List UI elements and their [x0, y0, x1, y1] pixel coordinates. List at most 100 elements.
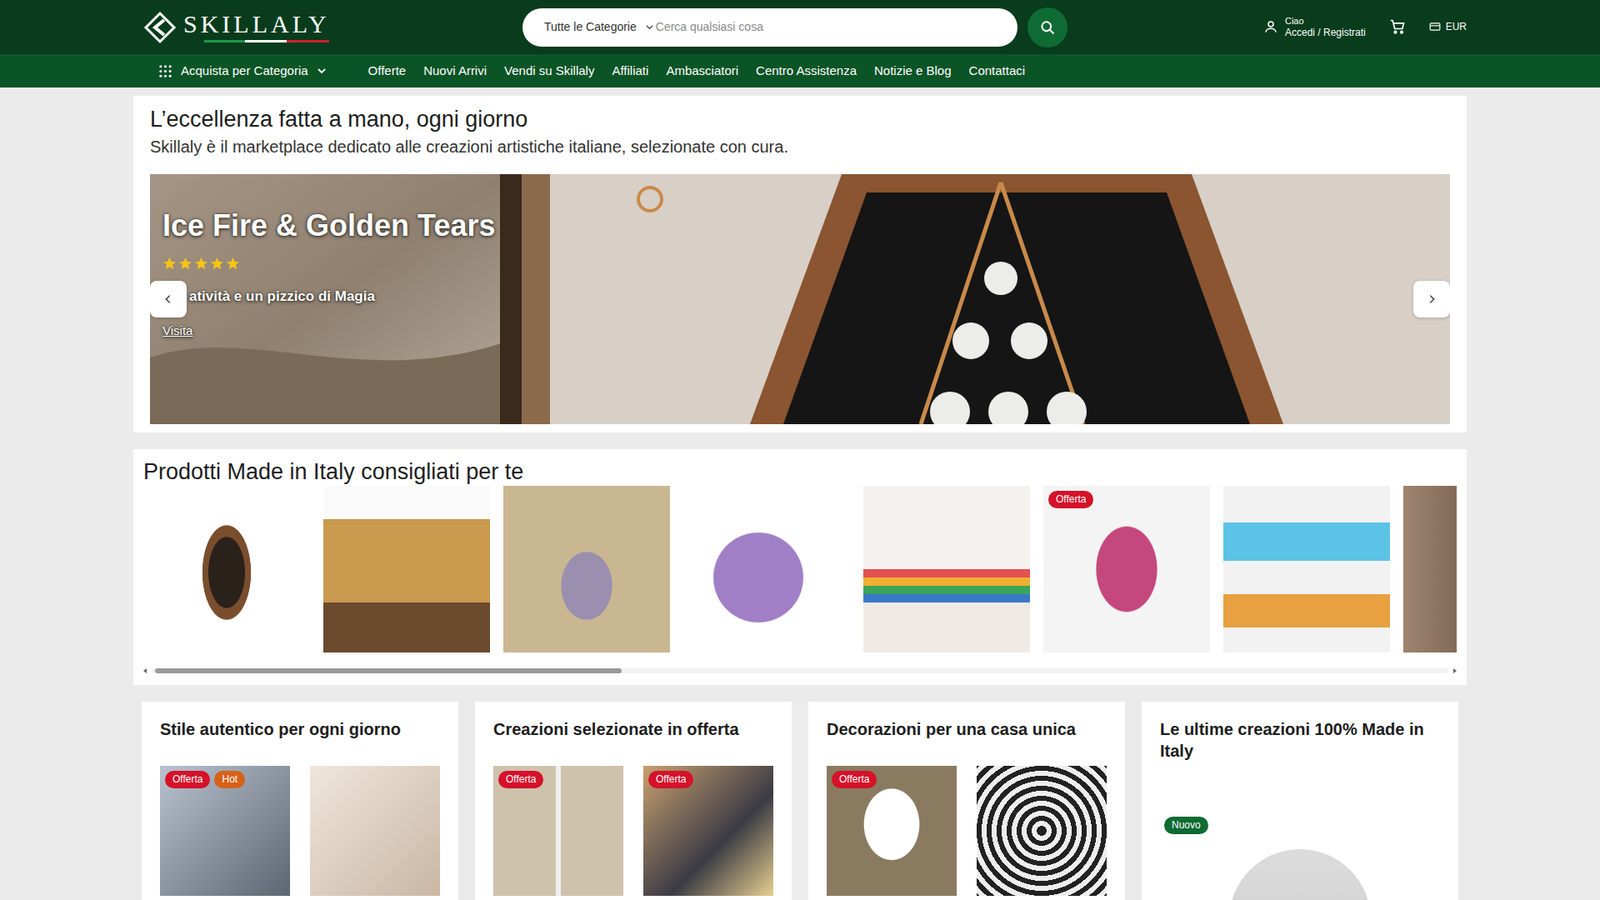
product-badge: Offerta	[648, 770, 694, 789]
greeting: Ciao	[1285, 15, 1366, 27]
nav-link[interactable]: Nuovi Arrivi	[423, 63, 487, 78]
collection-products: Offerta	[826, 765, 1107, 896]
product-card[interactable]	[1403, 485, 1457, 653]
collection-card: Decorazioni per una casa unicaOfferta	[808, 701, 1125, 900]
nav-link[interactable]: Centro Assistenza	[755, 63, 857, 78]
product-card[interactable]: Offerta	[643, 765, 774, 896]
nav-link[interactable]: Ambasciatori	[665, 63, 739, 78]
hero-carousel: Ice Fire & Golden Tears atività e un pizz…	[150, 174, 1450, 425]
currency-label: EUR	[1445, 19, 1467, 35]
product-card[interactable]: Offerta	[493, 765, 624, 896]
star-icon	[210, 256, 225, 271]
collection-card: Le ultime creazioni 100% Made in Italy Nu…	[1141, 701, 1459, 900]
logo[interactable]: SKILLALY	[143, 10, 523, 45]
product-card[interactable]: Nuovo	[1160, 770, 1440, 900]
product-card[interactable]: Offerta	[826, 765, 957, 896]
product-card[interactable]	[1223, 485, 1390, 653]
search-input[interactable]	[654, 17, 1003, 37]
star-icon	[162, 256, 177, 271]
scroll-right-icon[interactable]	[1453, 668, 1457, 674]
collections-row: Stile autentico per ogni giornoOffertaHo…	[133, 701, 1467, 900]
carousel-next[interactable]	[1413, 280, 1450, 318]
collection-products: OffertaHot	[160, 765, 440, 896]
logo-text: SKILLALY	[183, 11, 330, 37]
hero-title: L’eccellenza fatta a mano, ogni giorno	[150, 105, 1450, 135]
cart-icon	[1389, 18, 1406, 35]
category-label: Tutte le Categorie	[544, 18, 637, 36]
flag-underline	[204, 40, 330, 43]
product-carousel: Offerta	[143, 485, 1457, 653]
header-bar: SKILLALY Tutte le Categorie CiaoAccedi / R…	[0, 0, 1600, 55]
carousel-prev[interactable]	[150, 280, 187, 318]
collection-title: Stile autentico per ogni giorno	[160, 718, 440, 740]
visit-link[interactable]: Visita	[162, 322, 193, 340]
badge-group: Nuovo	[1164, 816, 1209, 835]
cart-button[interactable]	[1389, 18, 1406, 35]
product-card[interactable]	[503, 485, 670, 653]
account-link[interactable]: CiaoAccedi / Registrati	[1263, 15, 1366, 40]
slide-caption: Ice Fire & Golden Tears atività e un pizz…	[162, 207, 495, 341]
product-card[interactable]	[143, 485, 310, 653]
product-card[interactable]	[683, 485, 850, 653]
product-card[interactable]: Offerta	[1043, 485, 1210, 653]
card-icon	[1429, 20, 1441, 33]
product-card[interactable]: OffertaHot	[160, 765, 290, 896]
chevron-down-icon	[645, 22, 655, 32]
nav-link[interactable]: Notizie e Blog	[874, 63, 952, 78]
scroll-left-icon[interactable]	[143, 668, 147, 674]
nav-link[interactable]: Affiliati	[611, 63, 649, 78]
category-select[interactable]: Tutte le Categorie	[544, 18, 655, 36]
product-badge: Offerta	[831, 770, 877, 789]
product-card[interactable]	[976, 765, 1107, 896]
search-button[interactable]	[1027, 7, 1068, 48]
collection-card: Creazioni selezionate in offertaOffertaO…	[475, 701, 792, 900]
product-card[interactable]	[310, 765, 440, 896]
nav-link[interactable]: Contattaci	[969, 63, 1026, 78]
product-badge: Offerta	[1048, 490, 1094, 509]
currency-selector[interactable]: EUR	[1429, 19, 1467, 35]
collection-card: Stile autentico per ogni giorno OffertaHo…	[141, 701, 459, 900]
product-badge: Offerta	[165, 770, 210, 789]
categories-menu[interactable]: Acquista per Categoria	[158, 61, 327, 81]
user-icon	[1263, 19, 1279, 35]
collection-products: Offerta Offerta	[493, 765, 774, 896]
badge-group: Offerta	[498, 770, 544, 789]
horizontal-scrollbar[interactable]	[143, 668, 1457, 674]
collection-title: Le ultime creazioni 100% Made in Italy	[1160, 718, 1440, 762]
search-bar: Tutte le Categorie	[522, 8, 1018, 47]
product-card[interactable]	[323, 485, 490, 653]
slide-tagline: atività e un pizzico di Magia	[162, 287, 495, 306]
login-register: Accedi / Registrati	[1285, 26, 1366, 39]
nav-link[interactable]: Vendi su Skillaly	[504, 63, 595, 78]
categories-label: Acquista per Categoria	[180, 61, 309, 81]
section-title: Prodotti Made in Italy consigliati per t…	[143, 457, 1457, 486]
star-icon	[225, 256, 240, 271]
category-bar: Acquista per Categoria Offerte Nuovi Arriv…	[0, 54, 1600, 88]
scrollbar-thumb[interactable]	[155, 668, 622, 674]
hero-subtitle: Skillaly è il marketplace dedicato alle …	[150, 135, 1450, 158]
nav-links: Offerte Nuovi Arrivi Vendi su Skillaly Affi…	[368, 61, 1026, 81]
search-icon	[1039, 19, 1056, 36]
product-badge: Hot	[214, 770, 245, 789]
product-badge: Nuovo	[1164, 816, 1209, 835]
badge-group: Offerta	[648, 770, 694, 789]
collection-title: Creazioni selezionate in offerta	[493, 718, 774, 740]
scrollbar-track[interactable]	[151, 668, 1449, 674]
rating-stars	[162, 256, 495, 271]
hero-section: L’eccellenza fatta a mano, ogni giornoSk…	[133, 95, 1467, 433]
slide-title: Ice Fire & Golden Tears	[162, 207, 495, 244]
product-card[interactable]	[863, 485, 1030, 653]
logo-icon	[143, 10, 177, 45]
recommended-section: Prodotti Made in Italy consigliati per t…	[133, 449, 1467, 685]
chevron-down-icon	[316, 65, 327, 76]
chevron-left-icon	[162, 293, 175, 305]
badge-group: OffertaHot	[165, 770, 245, 789]
grid-icon	[158, 64, 173, 79]
main-content: L’eccellenza fatta a mano, ogni giornoSk…	[133, 95, 1467, 900]
product-badge: Offerta	[498, 770, 544, 789]
product-image	[1229, 849, 1371, 900]
chevron-right-icon	[1425, 293, 1438, 305]
star-icon	[178, 256, 193, 271]
nav-link[interactable]: Offerte	[368, 63, 407, 78]
star-icon	[194, 256, 209, 271]
